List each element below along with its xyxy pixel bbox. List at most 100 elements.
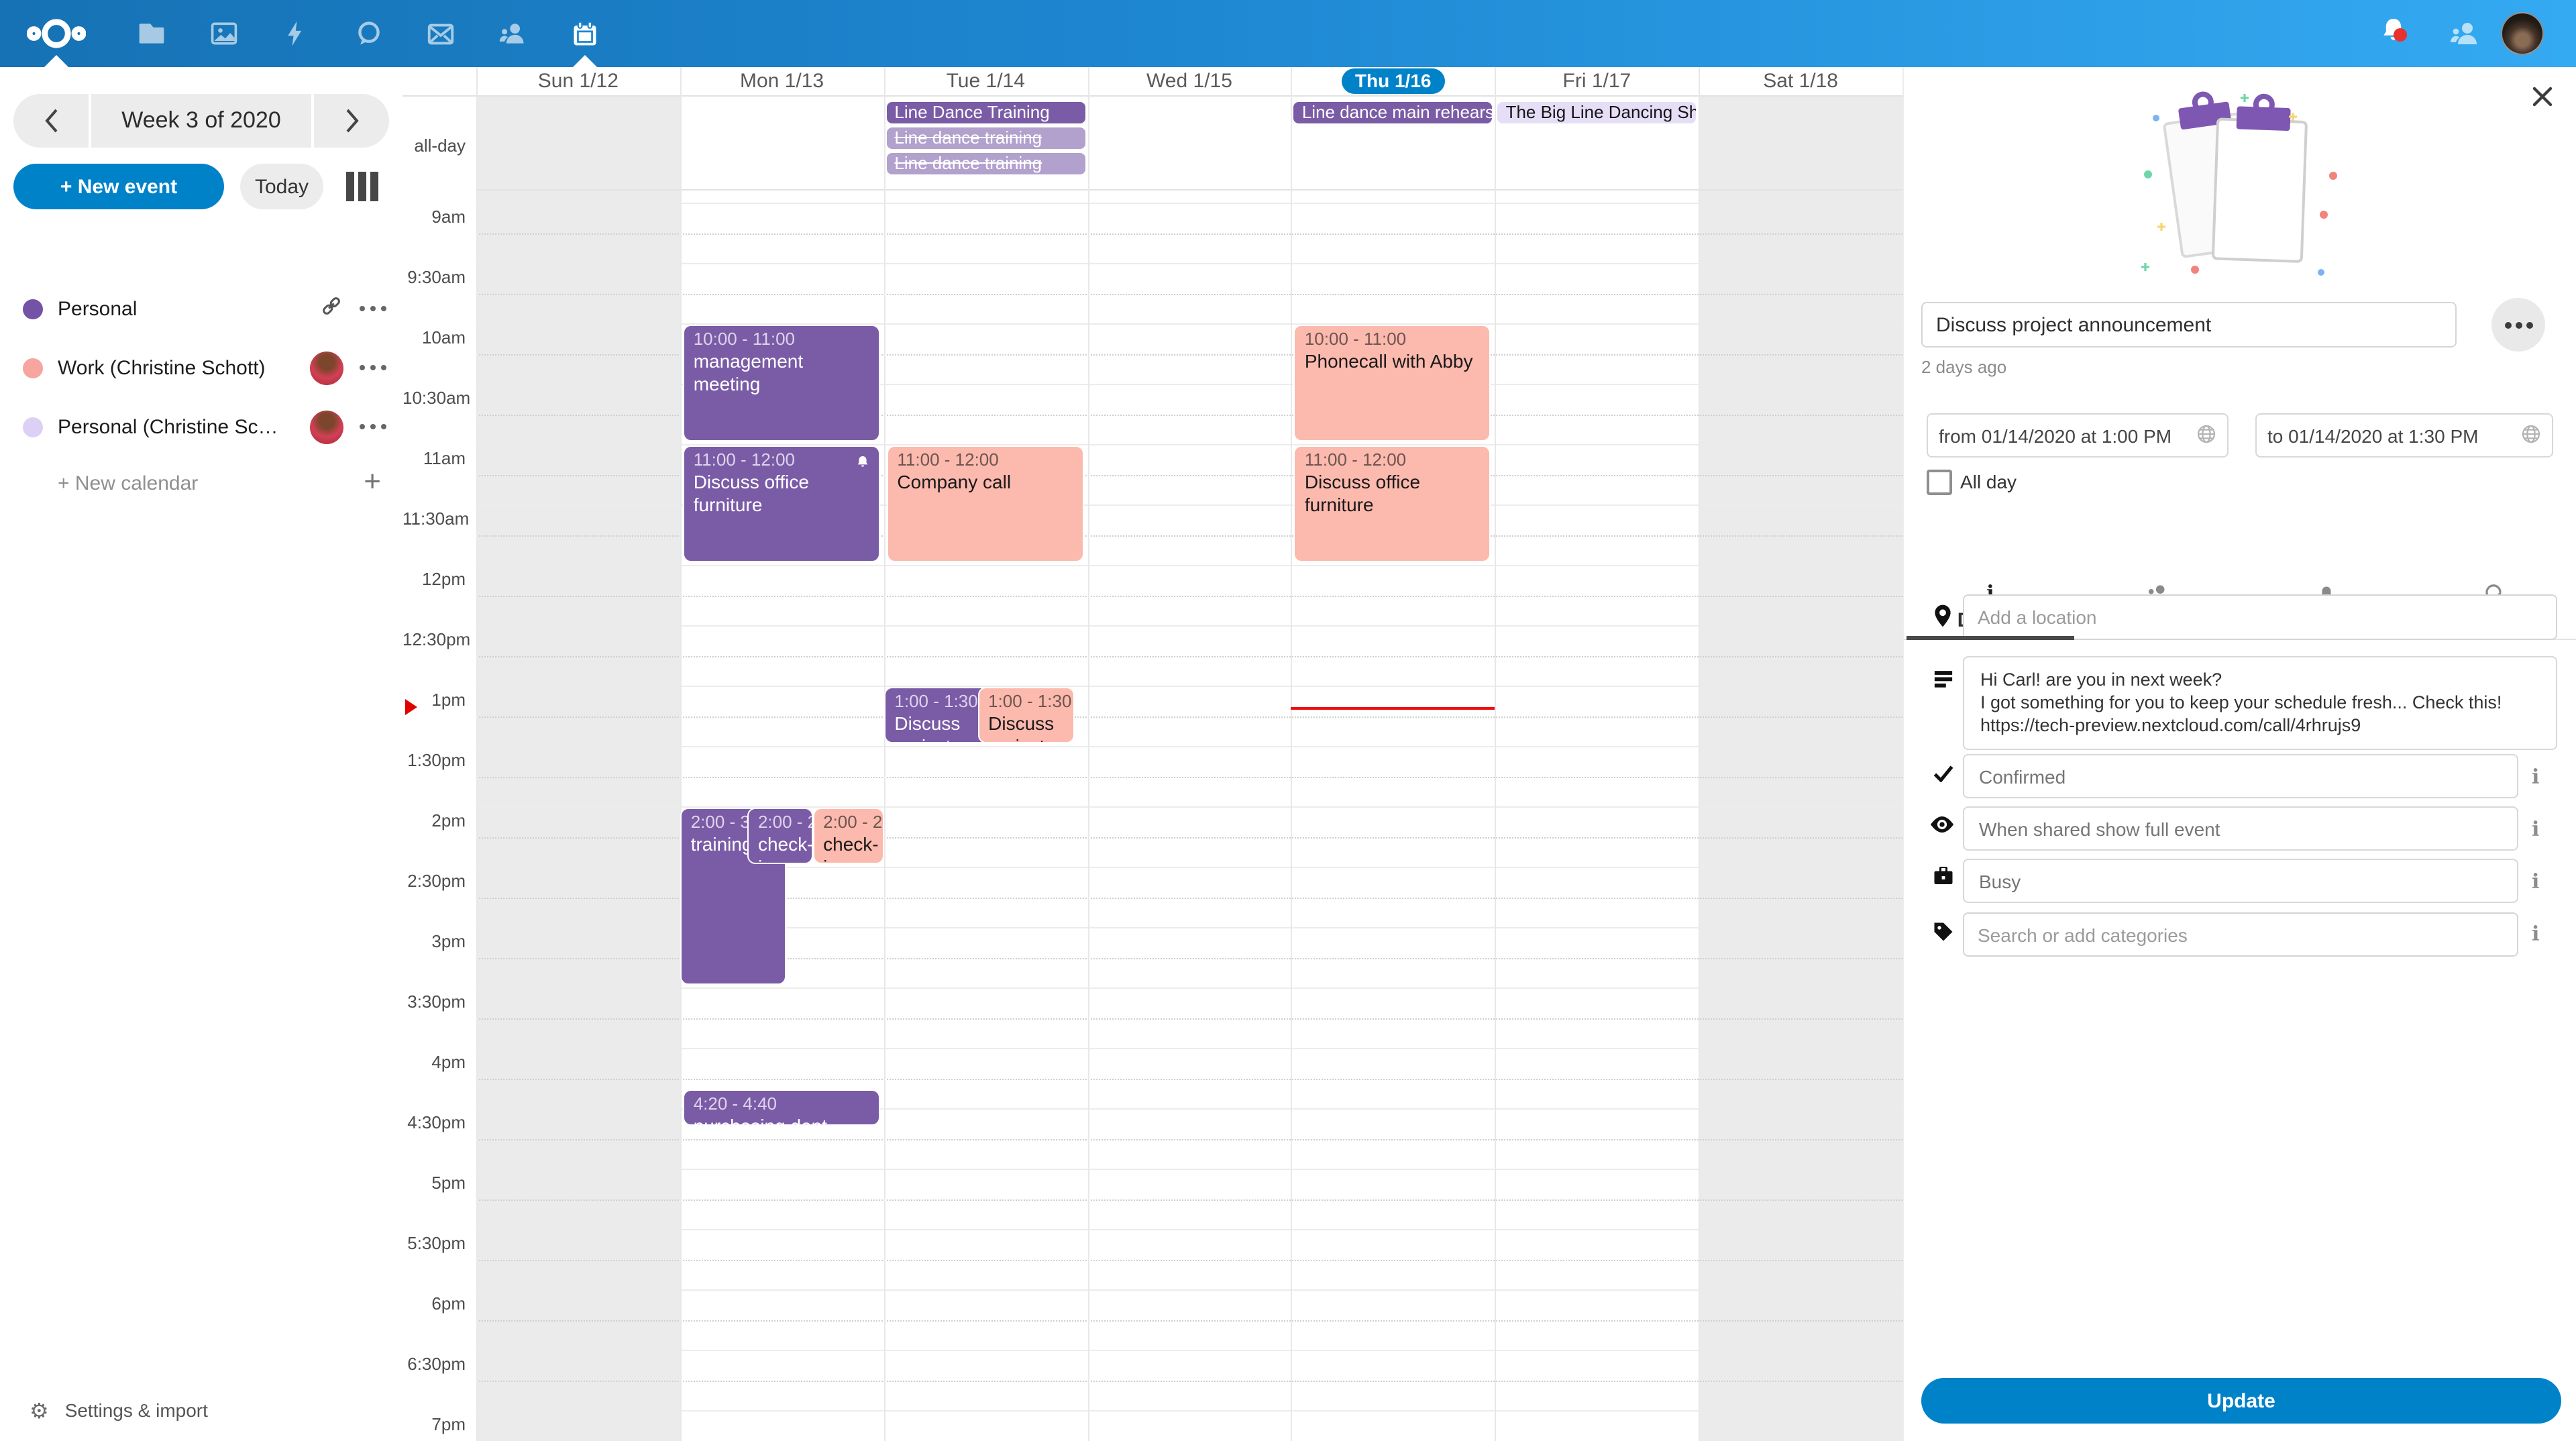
start-date-field[interactable]: from 01/14/2020 at 1:00 PM <box>1927 413 2229 458</box>
calendar-menu-icon[interactable] <box>360 365 386 370</box>
time-label: 10am <box>402 328 466 348</box>
new-event-button[interactable]: + New event <box>13 164 224 209</box>
files-app-icon[interactable] <box>122 0 181 67</box>
share-link-icon[interactable] <box>319 293 343 324</box>
freebusy-info-icon[interactable]: i <box>2532 869 2539 894</box>
quarter-hour-line <box>476 777 1902 778</box>
calendar-item-actions <box>310 410 386 443</box>
location-input[interactable] <box>1963 594 2557 640</box>
allday-label: all-day <box>402 136 466 156</box>
nextcloud-logo-icon[interactable] <box>27 0 86 67</box>
calendar-color-dot <box>23 358 43 378</box>
status-select[interactable]: Confirmed <box>1963 754 2518 798</box>
next-week-button[interactable] <box>314 94 389 148</box>
event-time: 4:20 - 4:40 <box>694 1094 869 1116</box>
day-header[interactable]: Fri 1/17 <box>1495 67 1699 95</box>
day-header[interactable]: Wed 1/15 <box>1087 67 1291 95</box>
day-header[interactable]: Mon 1/13 <box>680 67 884 95</box>
hour-line <box>476 1411 1902 1412</box>
event-editor-panel: 2 days ago from 01/14/2020 at 1:00 PM to… <box>1902 67 2576 1441</box>
calendar-event[interactable]: 11:00 - 12:00Company call <box>886 446 1083 563</box>
timezone-globe-icon[interactable] <box>2521 423 2541 447</box>
activity-app-icon[interactable] <box>266 0 325 67</box>
event-title-input[interactable] <box>1921 302 2457 348</box>
day-header[interactable]: Tue 1/14 <box>883 67 1087 95</box>
time-label: 3:30pm <box>402 992 466 1012</box>
contacts-app-icon[interactable] <box>483 0 542 67</box>
calendar-event[interactable]: 1:00 - 1:30Discuss project announcement <box>883 688 989 744</box>
calendar-event[interactable]: 2:00 - 2:30check-in <box>812 808 883 865</box>
event-time: 2:00 - 2:30 <box>823 812 873 834</box>
gear-icon: ⚙ <box>30 1397 49 1423</box>
categories-info-icon[interactable]: i <box>2532 922 2539 946</box>
calendar-event[interactable]: 1:00 - 1:30Discuss project <box>977 688 1075 744</box>
notifications-bell-icon[interactable] <box>2377 0 2415 67</box>
time-label: 3pm <box>402 932 466 952</box>
user-avatar[interactable] <box>2501 0 2544 67</box>
event-time: 11:00 - 12:00 <box>694 450 869 472</box>
time-label: 12:30pm <box>402 630 466 650</box>
close-icon[interactable] <box>2529 83 2559 113</box>
time-label: 10:30am <box>402 388 466 409</box>
calendar-list-item[interactable]: Personal (Christine Schott) <box>0 397 402 456</box>
time-label: 2:30pm <box>402 871 466 892</box>
calendar-event[interactable]: 11:00 - 12:00Discuss office furniture <box>1294 446 1491 563</box>
mail-app-icon[interactable] <box>411 0 470 67</box>
freebusy-select[interactable]: Busy <box>1963 859 2518 903</box>
day-header[interactable]: Sat 1/18 <box>1699 67 1902 95</box>
plus-icon[interactable]: + <box>364 467 381 496</box>
notification-badge <box>2394 28 2407 42</box>
allday-event[interactable]: Line Dance Training <box>886 102 1085 123</box>
time-label: 9am <box>402 207 466 227</box>
calendar-event[interactable]: 10:00 - 11:00management meeting <box>683 325 880 442</box>
calendar-event[interactable]: 11:00 - 12:00Discuss office furniture <box>683 446 880 563</box>
time-label: 4pm <box>402 1053 466 1073</box>
allday-event[interactable]: Line dance training <box>886 153 1085 174</box>
week-view-toggle-icon[interactable] <box>346 172 378 201</box>
event-actions-menu-button[interactable] <box>2491 298 2545 352</box>
calendar-app-icon[interactable] <box>555 0 614 67</box>
today-button[interactable]: Today <box>240 164 323 209</box>
calendar-event[interactable]: 2:00 - 2:30check-in <box>747 808 812 865</box>
allday-event[interactable]: The Big Line Dancing Show <box>1498 102 1697 123</box>
calendar-list-item[interactable]: Personal <box>0 279 402 338</box>
contacts-menu-icon[interactable] <box>2447 0 2482 67</box>
description-textarea[interactable]: Hi Carl! are you in next week? I got som… <box>1963 656 2557 750</box>
time-label: 11am <box>402 449 466 469</box>
all-day-checkbox[interactable] <box>1927 470 1952 495</box>
column-divider <box>1087 67 1089 1441</box>
allday-event[interactable]: Line dance main rehearsal <box>1294 102 1493 123</box>
previous-week-button[interactable] <box>13 94 89 148</box>
event-time: 11:00 - 12:00 <box>897 450 1073 472</box>
allday-event[interactable]: Line dance training <box>886 127 1085 149</box>
new-calendar-button[interactable]: + New calendar <box>58 472 198 495</box>
visibility-select[interactable]: When shared show full event <box>1963 806 2518 851</box>
categories-input[interactable] <box>1963 912 2518 957</box>
time-label: 2pm <box>402 811 466 831</box>
update-button[interactable]: Update <box>1921 1378 2561 1424</box>
quarter-hour-line <box>476 1018 1902 1020</box>
calendar-list-item[interactable]: Work (Christine Schott) <box>0 338 402 397</box>
photos-app-icon[interactable] <box>195 0 254 67</box>
calendar-menu-icon[interactable] <box>360 424 386 429</box>
day-header[interactable]: Thu 1/16 <box>1291 67 1495 95</box>
week-label[interactable]: Week 3 of 2020 <box>91 107 311 134</box>
weekend-column-shading <box>476 95 680 1441</box>
talk-app-icon[interactable] <box>339 0 398 67</box>
location-pin-icon <box>1931 604 1955 635</box>
visibility-info-icon[interactable]: i <box>2532 817 2539 841</box>
timezone-globe-icon[interactable] <box>2196 423 2216 447</box>
day-header-divider <box>402 95 1902 97</box>
quarter-hour-line <box>476 294 1902 295</box>
event-time: 11:00 - 12:00 <box>1305 450 1481 472</box>
day-header[interactable]: Sun 1/12 <box>476 67 680 95</box>
hour-line <box>476 566 1902 567</box>
calendar-event[interactable]: 10:00 - 11:00Phonecall with Abby <box>1294 325 1491 442</box>
calendar-menu-icon[interactable] <box>360 306 386 311</box>
settings-import-button[interactable]: ⚙ Settings & import <box>0 1390 402 1430</box>
hour-line <box>476 203 1902 205</box>
status-info-icon[interactable]: i <box>2532 765 2539 789</box>
calendar-event[interactable]: 4:20 - 4:40purchasing dept <box>683 1090 880 1126</box>
end-date-field[interactable]: to 01/14/2020 at 1:30 PM <box>2255 413 2553 458</box>
current-time-line <box>1291 706 1495 709</box>
